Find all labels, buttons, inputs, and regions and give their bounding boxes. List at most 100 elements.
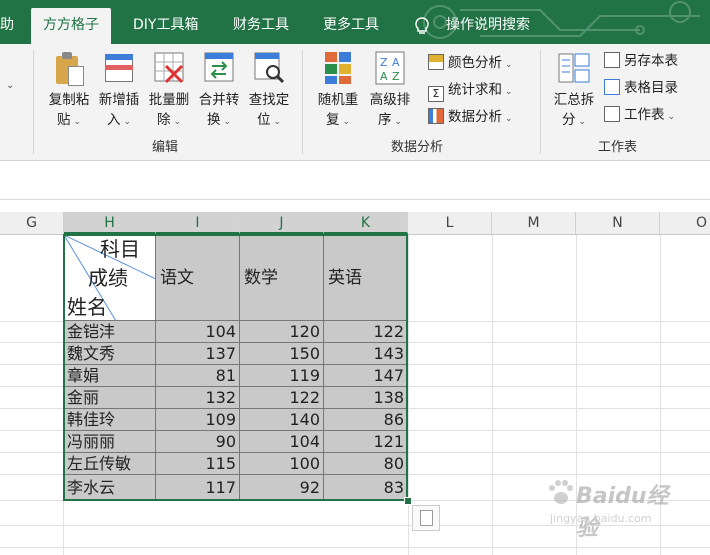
corner-score-label: 成绩 (88, 266, 128, 290)
save-sheet-icon (604, 52, 620, 68)
worksheet-button[interactable]: 工作表 ⌄ (604, 104, 675, 126)
header-chinese[interactable]: 语文 (156, 235, 240, 321)
tab-finance-tools[interactable]: 财务工具 (233, 8, 289, 44)
data-analysis-button[interactable]: 数据分析 ⌄ (428, 106, 513, 128)
find-locate-button[interactable]: 查找定位 ⌄ (246, 50, 292, 132)
english-score-cell[interactable]: 121 (324, 431, 408, 453)
column-header-l[interactable]: L (408, 212, 492, 234)
header-math[interactable]: 数学 (240, 235, 324, 321)
random-repeat-label: 随机重 (317, 92, 359, 108)
name-cell[interactable]: 金丽 (64, 387, 156, 409)
fill-handle[interactable] (404, 497, 412, 505)
ribbon-panel: ⌄ 复制粘贴 ⌄ 新增插入 ⌄ 批量删除 ⌄ 合并转换 ⌄ 查找定位 ⌄ 编辑 … (0, 44, 710, 161)
chinese-score-cell[interactable]: 137 (156, 343, 240, 365)
sum-icon: Σ (428, 86, 444, 102)
header-english[interactable]: 英语 (324, 235, 408, 321)
svg-text:A: A (392, 56, 400, 69)
formula-bar-area[interactable] (0, 161, 710, 200)
english-score-cell[interactable]: 80 (324, 453, 408, 475)
math-score-cell[interactable]: 119 (240, 365, 324, 387)
find-locate-label: 查找定 (248, 92, 290, 108)
english-score-cell[interactable]: 147 (324, 365, 408, 387)
stat-sum-label: 统计求和 (448, 82, 502, 98)
save-this-sheet-button[interactable]: 另存本表 (604, 50, 678, 72)
math-score-cell[interactable]: 100 (240, 453, 324, 475)
tab-diy-toolbox[interactable]: DIY工具箱 (133, 8, 198, 44)
find-locate-label-2: 位 (256, 112, 271, 128)
summary-split-button[interactable]: 汇总拆分 ⌄ (550, 50, 598, 132)
chinese-score-cell[interactable]: 132 (156, 387, 240, 409)
score-table[interactable]: 科目 成绩 姓名 语文 数学 英语 金铠沣 104 120 122 魏文秀 137 150 1… (64, 235, 408, 501)
tab-fangfang-grid[interactable]: 方方格子 (31, 8, 111, 44)
english-score-cell[interactable]: 143 (324, 343, 408, 365)
data-analysis-label: 数据分析 (448, 109, 502, 125)
english-score-cell[interactable]: 138 (324, 387, 408, 409)
chinese-score-cell[interactable]: 117 (156, 475, 240, 501)
chinese-score-cell[interactable]: 109 (156, 409, 240, 431)
column-header-h[interactable]: H (64, 212, 156, 234)
math-score-cell[interactable]: 120 (240, 321, 324, 343)
copy-paste-button[interactable]: 复制粘贴 ⌄ (46, 50, 92, 132)
name-cell[interactable]: 章娟 (64, 365, 156, 387)
column-header-k[interactable]: K (324, 212, 408, 234)
column-header-g[interactable]: G (0, 212, 64, 234)
chinese-score-cell[interactable]: 90 (156, 431, 240, 453)
add-insert-button[interactable]: 新增插入 ⌄ (96, 50, 142, 132)
english-score-cell[interactable]: 86 (324, 409, 408, 431)
diagonal-header-cell[interactable]: 科目 成绩 姓名 (64, 235, 156, 321)
delete-grid-icon (152, 50, 186, 86)
tell-me-search[interactable]: 操作说明搜索 (446, 8, 530, 44)
name-cell[interactable]: 韩佳玲 (64, 409, 156, 431)
table-directory-button[interactable]: 表格目录 (604, 77, 678, 99)
copy-paste-label-2: 贴 (56, 112, 71, 128)
name-cell[interactable]: 左丘传敏 (64, 453, 156, 475)
random-repeat-button[interactable]: 随机重复 ⌄ (314, 50, 362, 132)
baidu-jingyan-watermark: Baidu经验 jingyan.baidu.com (546, 478, 686, 541)
chinese-score-cell[interactable]: 104 (156, 321, 240, 343)
math-score-cell[interactable]: 104 (240, 431, 324, 453)
directory-icon (604, 79, 620, 95)
copy-paste-label: 复制粘 (48, 92, 90, 108)
name-cell[interactable]: 魏文秀 (64, 343, 156, 365)
chevron-down-icon[interactable]: ⌄ (6, 80, 14, 91)
tab-more-tools[interactable]: 更多工具 (323, 8, 379, 44)
math-score-cell[interactable]: 122 (240, 387, 324, 409)
tab-help[interactable]: 助 (0, 8, 14, 44)
english-score-cell[interactable]: 122 (324, 321, 408, 343)
batch-delete-label: 批量删 (148, 92, 190, 108)
name-cell[interactable]: 金铠沣 (64, 321, 156, 343)
column-header-row: G H I J K L M N O (0, 212, 710, 235)
name-cell[interactable]: 冯丽丽 (64, 431, 156, 453)
advanced-sort-label-2: 序 (377, 112, 392, 128)
math-score-cell[interactable]: 140 (240, 409, 324, 431)
quick-analysis-icon[interactable] (412, 505, 440, 531)
batch-delete-label-2: 除 (156, 112, 171, 128)
math-score-cell[interactable]: 92 (240, 475, 324, 501)
column-header-o[interactable]: O (660, 212, 710, 234)
column-header-m[interactable]: M (492, 212, 576, 234)
english-score-cell[interactable]: 83 (324, 475, 408, 501)
advanced-sort-button[interactable]: ZAAZ 高级排序 ⌄ (366, 50, 414, 132)
merge-icon (202, 50, 236, 86)
column-header-i[interactable]: I (156, 212, 240, 234)
merge-convert-button[interactable]: 合并转换 ⌄ (196, 50, 242, 132)
chinese-score-cell[interactable]: 115 (156, 453, 240, 475)
batch-delete-button[interactable]: 批量删除 ⌄ (146, 50, 192, 132)
name-cell[interactable]: 李水云 (64, 475, 156, 501)
ribbon-tab-bar: 助 方方格子 DIY工具箱 财务工具 更多工具 操作说明搜索 (0, 0, 710, 44)
chinese-score-cell[interactable]: 81 (156, 365, 240, 387)
summary-split-label: 汇总拆 (553, 92, 595, 108)
column-header-j[interactable]: J (240, 212, 324, 234)
merge-convert-label: 合并转 (198, 92, 240, 108)
stat-sum-button[interactable]: Σ 统计求和 ⌄ (428, 79, 513, 102)
lightbulb-icon[interactable] (412, 16, 432, 36)
merge-convert-label-2: 换 (206, 112, 221, 128)
column-header-n[interactable]: N (576, 212, 660, 234)
svg-text:A: A (380, 70, 388, 83)
random-repeat-label-2: 复 (325, 112, 340, 128)
data-analysis-group-label: 数据分析 (391, 140, 444, 155)
split-sheets-icon (557, 50, 591, 86)
math-score-cell[interactable]: 150 (240, 343, 324, 365)
color-analysis-button[interactable]: 颜色分析 ⌄ (428, 52, 513, 74)
worksheet-group-label: 工作表 (598, 140, 638, 155)
